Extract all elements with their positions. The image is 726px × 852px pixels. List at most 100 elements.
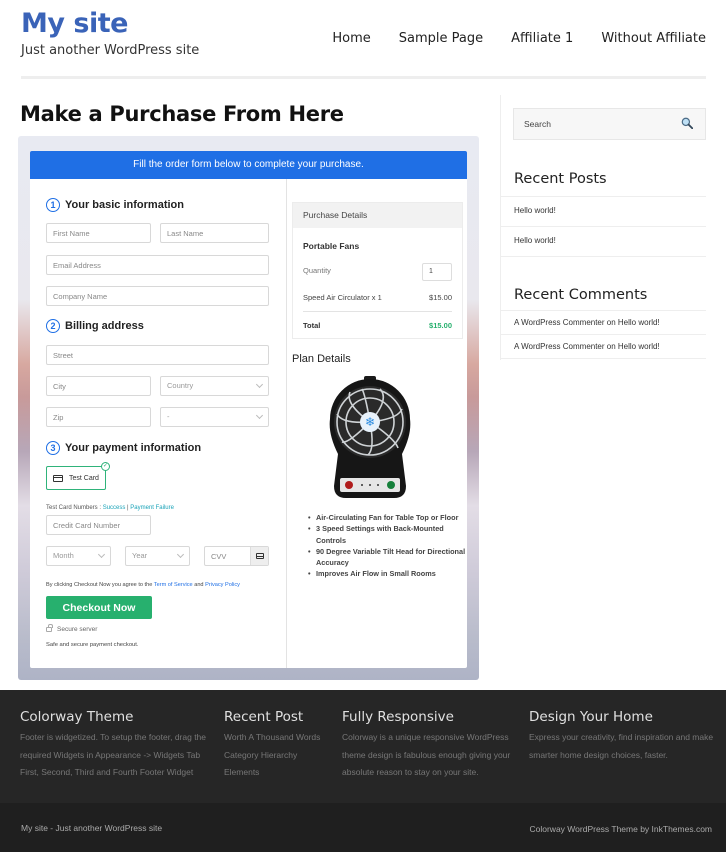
cvv-field[interactable]	[204, 546, 269, 566]
step-label: Your basic information	[65, 199, 184, 211]
footer-post-link[interactable]: Worth A Thousand Words	[224, 729, 320, 747]
search-input[interactable]	[524, 109, 674, 139]
last-name-field[interactable]	[160, 223, 269, 243]
test-card-numbers-label: Test Card Numbers :	[46, 505, 103, 511]
first-name-input[interactable]	[53, 224, 150, 242]
country-select-value: Country	[167, 381, 194, 390]
feature-item: Air-Circulating Fan for Table Top or Flo…	[308, 512, 468, 524]
recent-posts-title: Recent Posts	[514, 171, 607, 187]
total-row: Total $15.00	[303, 321, 452, 330]
city-input[interactable]	[53, 377, 150, 395]
feature-item: Improves Air Flow in Small Rooms	[308, 568, 468, 580]
payment-failure-link[interactable]: Payment Failure	[130, 505, 174, 511]
recent-comments-title: Recent Comments	[514, 287, 648, 303]
company-field[interactable]	[46, 286, 269, 306]
chevron-down-icon	[176, 550, 185, 559]
safe-checkout-note: Safe and secure payment checkout.	[46, 642, 139, 648]
company-input[interactable]	[53, 287, 268, 305]
main-nav: Home Sample Page Affiliate 1 Without Aff…	[304, 31, 706, 46]
email-field[interactable]	[46, 255, 269, 275]
quantity-label: Quantity	[303, 266, 331, 275]
footer-post-link[interactable]: Elements	[224, 764, 320, 782]
form-banner: Fill the order form below to complete yo…	[30, 151, 467, 179]
checkout-now-button[interactable]: Checkout Now	[46, 596, 152, 619]
footer-text: Express your creativity, find inspiratio…	[529, 732, 714, 742]
footer-text: Footer is widgetized. To setup the foote…	[20, 732, 207, 742]
step-number: 2	[46, 319, 60, 333]
nav-without-affiliate[interactable]: Without Affiliate	[601, 31, 706, 46]
recent-post-link[interactable]: Hello world!	[500, 226, 706, 256]
feature-item: 90 Degree Variable Tilt Head for Directi…	[308, 546, 468, 569]
footer-text: smarter home design choices, faster.	[529, 749, 668, 760]
credit-card-icon	[255, 553, 264, 559]
test-card-label: Test Card	[69, 474, 99, 482]
street-field[interactable]	[46, 345, 269, 365]
email-input[interactable]	[53, 256, 268, 274]
site-title[interactable]: My site	[21, 8, 128, 39]
chevron-down-icon	[255, 411, 264, 420]
divider	[303, 311, 452, 312]
total-amount: $15.00	[429, 321, 452, 330]
success-link[interactable]: Success	[103, 505, 126, 511]
street-input[interactable]	[53, 346, 268, 364]
recent-comment-link[interactable]: A WordPress Commenter on Hello world!	[500, 334, 706, 358]
footer-col-title: Recent Post	[224, 709, 304, 725]
privacy-policy-link[interactable]: Privacy Policy	[205, 582, 240, 588]
step-label: Billing address	[65, 320, 144, 332]
country-select[interactable]: Country	[160, 376, 269, 396]
card-number-field[interactable]	[46, 515, 151, 535]
month-select[interactable]: Month	[46, 546, 111, 566]
footer-site-credit[interactable]: My site - Just another WordPress site	[21, 823, 162, 833]
recent-post-link[interactable]: Hello world!	[500, 196, 706, 226]
step-payment-info: 3 Your payment information	[46, 441, 201, 455]
footer-text: required Widgets in Appearance -> Widget…	[20, 749, 201, 760]
recent-comment-link[interactable]: A WordPress Commenter on Hello world!	[500, 310, 706, 334]
column-divider	[286, 179, 287, 668]
chevron-down-icon	[97, 550, 106, 559]
site-header: My site Just another WordPress site Home…	[0, 0, 726, 80]
line-item: Speed Air Circulator x 1 $15.00	[303, 293, 452, 302]
footer-theme-credit[interactable]: Colorway WordPress Theme by InkThemes.co…	[530, 824, 713, 834]
purchase-details-heading: Purchase Details	[293, 203, 462, 228]
footer-col-design-home: Design Your Home Express your creativity…	[529, 709, 713, 764]
step-basic-info: 1 Your basic information	[46, 198, 184, 212]
product-name: Portable Fans	[303, 241, 360, 251]
footer-col-colorway: Colorway Theme Footer is widgetized. To …	[20, 709, 206, 782]
line-item-price: $15.00	[429, 293, 452, 302]
footer-text: theme design is fabulous enough giving y…	[342, 749, 511, 760]
footer-col-title: Design Your Home	[529, 709, 653, 725]
portable-fan-image: ❄	[329, 376, 411, 498]
nav-home[interactable]: Home	[332, 31, 370, 46]
secure-server-label: Secure server	[57, 626, 98, 633]
nav-affiliate-1[interactable]: Affiliate 1	[511, 31, 573, 46]
footer-col-title: Fully Responsive	[342, 709, 454, 725]
last-name-input[interactable]	[167, 224, 268, 242]
secure-server: Secure server	[46, 624, 98, 633]
test-card-option[interactable]: Test Card ✓	[46, 462, 110, 490]
year-select[interactable]: Year	[125, 546, 190, 566]
step-number: 1	[46, 198, 60, 212]
city-field[interactable]	[46, 376, 151, 396]
search-icon[interactable]	[681, 117, 693, 129]
state-select[interactable]: -	[160, 407, 269, 427]
divider	[500, 358, 706, 359]
page-title: Make a Purchase From Here	[20, 102, 344, 126]
card-number-input[interactable]	[53, 516, 150, 534]
terms-of-service-link[interactable]: Term of Service	[154, 582, 193, 588]
order-form: Fill the order form below to complete yo…	[30, 151, 467, 668]
quantity-input[interactable]: 1	[422, 263, 452, 281]
state-select-value: -	[167, 412, 170, 421]
footer-col-title: Colorway Theme	[20, 709, 134, 725]
lock-icon	[46, 624, 53, 632]
nav-sample-page[interactable]: Sample Page	[399, 31, 483, 46]
plan-features: Air-Circulating Fan for Table Top or Flo…	[308, 512, 468, 580]
chevron-down-icon	[255, 380, 264, 389]
footer-post-link[interactable]: Category Hierarchy	[224, 747, 320, 765]
cvv-input[interactable]	[211, 547, 251, 565]
plan-details-heading: Plan Details	[292, 353, 351, 365]
zip-input[interactable]	[53, 408, 150, 426]
footer-bottom-bar: My site - Just another WordPress site Co…	[0, 803, 726, 852]
first-name-field[interactable]	[46, 223, 151, 243]
footer-text: Colorway is a unique responsive WordPres…	[342, 732, 509, 742]
zip-field[interactable]	[46, 407, 151, 427]
